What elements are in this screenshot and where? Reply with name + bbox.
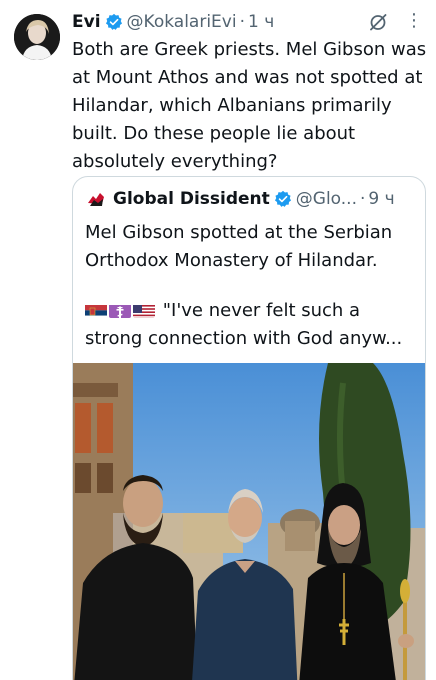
separator-dot: · [360,189,366,209]
orthodox-cross-icon [109,302,131,318]
tweet-time[interactable]: 1 ч [248,12,274,32]
quoted-header: Global Dissident @Glo... · 9 ч [85,187,415,211]
more-icon[interactable]: ⋮ [405,10,424,31]
quoted-tweet[interactable]: Global Dissident @Glo... · 9 ч Mel Gibso… [72,176,426,680]
serbia-flag-icon [85,302,107,318]
usa-flag-icon [133,302,155,318]
author-avatar[interactable] [14,14,60,60]
quoted-time[interactable]: 9 ч [368,189,394,209]
quoted-handle[interactable]: @Glo... [296,189,357,209]
tweet-text: Both are Greek priests. Mel Gibson was a… [72,39,427,172]
quoted-photo[interactable] [73,363,425,680]
author-handle[interactable]: @KokalariEvi [127,12,237,32]
quoted-author-avatar[interactable] [85,188,107,210]
separator-dot: · [239,12,245,32]
tweet-header: Evi @KokalariEvi · 1 ч ⋮ [72,10,426,34]
quoted-text-line1: Mel Gibson spotted at the Serbian Orthod… [85,222,393,271]
quoted-author-name[interactable]: Global Dissident [113,189,270,209]
grok-icon[interactable] [368,12,388,32]
verified-badge-icon [105,13,122,30]
tweet[interactable]: Evi @KokalariEvi · 1 ч ⋮ Both are Greek … [0,0,436,680]
quoted-text: Mel Gibson spotted at the Serbian Orthod… [85,219,415,353]
quoted-text-line2: "I've never felt such a strong connectio… [85,297,415,353]
author-name[interactable]: Evi [72,12,101,32]
verified-badge-icon [274,190,291,207]
